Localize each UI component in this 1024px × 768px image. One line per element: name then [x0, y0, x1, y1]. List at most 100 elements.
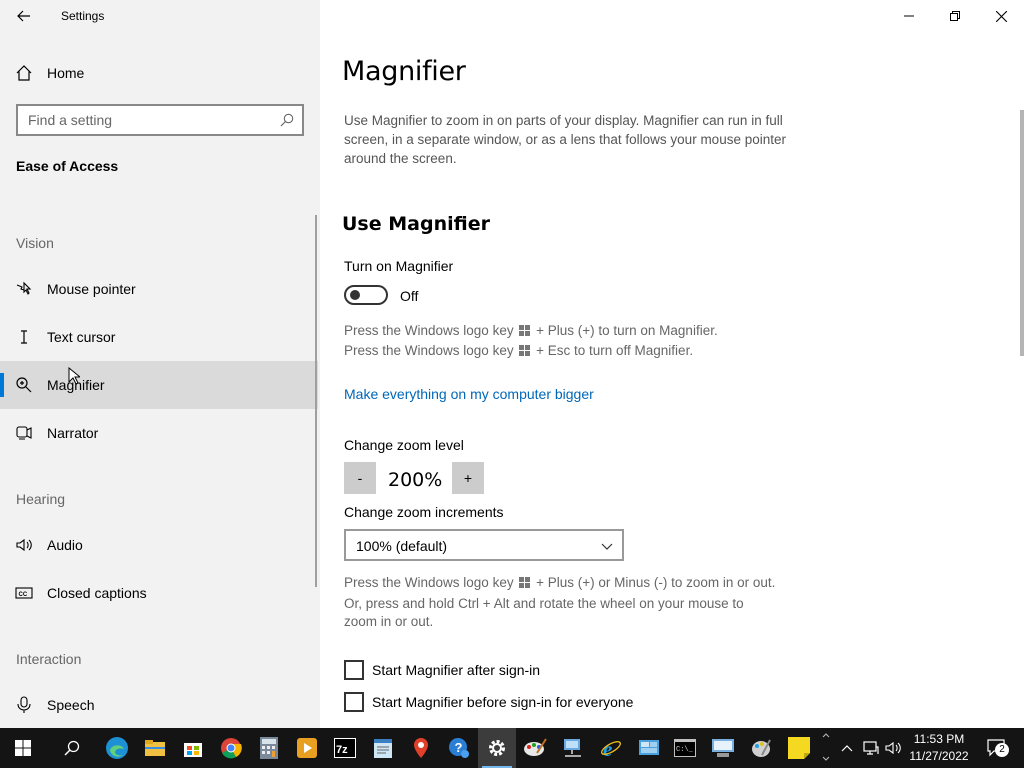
back-button[interactable] [8, 4, 40, 28]
settings-icon [489, 740, 505, 756]
group-header-hearing: Hearing [16, 491, 66, 507]
sidebar-item-mouse-pointer[interactable]: Mouse pointer [0, 265, 318, 313]
taskbar-sticky-notes[interactable] [780, 728, 818, 768]
file-explorer-icon [145, 740, 165, 756]
windows-logo-icon [519, 577, 531, 588]
calculator-icon [260, 737, 278, 759]
audio-icon [16, 538, 32, 552]
section-title: Ease of Access [16, 158, 119, 174]
main-scrollbar[interactable] [1020, 110, 1024, 356]
sidebar-item-speech[interactable]: Speech [0, 681, 318, 729]
taskbar-help[interactable]: ? [440, 728, 478, 768]
sticky-notes-icon [788, 737, 810, 759]
taskbar-network[interactable] [554, 728, 592, 768]
taskbar-overflow-scroll[interactable] [820, 728, 832, 768]
zoom-out-button[interactable]: - [344, 462, 376, 494]
hint-text: + Plus (+) to turn on Magnifier. [536, 323, 718, 338]
restore-button[interactable] [932, 0, 978, 32]
main-content: Magnifier Use Magnifier to zoom in on pa… [320, 0, 1024, 728]
taskbar-maps[interactable] [402, 728, 440, 768]
chevron-up-icon[interactable] [822, 732, 830, 738]
taskbar-control-panel[interactable] [630, 728, 668, 768]
action-center-button[interactable]: 2 [978, 728, 1018, 768]
toggle-knob [350, 290, 360, 300]
close-button[interactable] [978, 0, 1024, 32]
computer-icon [712, 739, 734, 757]
volume-icon [885, 741, 901, 755]
hint-text: + Esc to turn off Magnifier. [536, 343, 694, 358]
hint-turn-off: Press the Windows logo key + Esc to turn… [344, 341, 693, 361]
sidebar-item-home[interactable]: Home [0, 55, 320, 91]
taskbar-ie[interactable]: e [592, 728, 630, 768]
taskbar-file-explorer[interactable] [136, 728, 174, 768]
zoom-increments-dropdown[interactable]: 100% (default) [344, 529, 624, 561]
checkbox-label: Start Magnifier before sign-in for every… [372, 694, 634, 710]
notification-count-badge: 2 [995, 743, 1009, 757]
clock-date: 11/27/2022 [909, 749, 969, 763]
sidebar-item-label: Narrator [47, 425, 99, 441]
edge-icon [106, 737, 128, 759]
make-bigger-link[interactable]: Make everything on my computer bigger [344, 386, 594, 402]
sidebar-scrollbar[interactable] [315, 215, 317, 587]
sidebar-item-magnifier[interactable]: Magnifier [0, 361, 318, 409]
taskbar: 7z ? e C:\_ 11:53 PM 11/27/2022 2 [0, 728, 1024, 768]
paint3d-icon [752, 739, 771, 757]
restore-icon [950, 11, 960, 21]
taskbar-paint3d[interactable] [742, 728, 780, 768]
taskbar-7zip[interactable]: 7z [326, 728, 364, 768]
mouse-pointer-icon [16, 281, 32, 295]
sidebar-item-narrator[interactable]: Narrator [0, 409, 318, 457]
search-input[interactable] [18, 106, 268, 134]
zoom-level-label: Change zoom level [344, 437, 464, 453]
close-icon [995, 10, 1007, 22]
taskbar-settings[interactable] [478, 728, 516, 768]
taskbar-edge[interactable] [98, 728, 136, 768]
clock-time: 11:53 PM [913, 732, 965, 746]
taskbar-notepad[interactable] [364, 728, 402, 768]
start-button[interactable] [4, 728, 42, 768]
start-icon [15, 740, 31, 756]
checkbox-label: Start Magnifier after sign-in [372, 662, 541, 678]
taskbar-chrome[interactable] [212, 728, 250, 768]
taskbar-paint[interactable] [516, 728, 554, 768]
zoom-level-value: 200% [388, 469, 443, 491]
sidebar-item-closed-captions[interactable]: CC Closed captions [0, 569, 318, 617]
sidebar-item-text-cursor[interactable]: Text cursor [0, 313, 318, 361]
sidebar-item-label: Closed captions [47, 585, 147, 601]
search-icon[interactable] [280, 113, 294, 127]
minimize-icon [904, 15, 914, 17]
notepad-icon [374, 739, 392, 758]
hint-text: Press the Windows logo key [344, 323, 514, 338]
hint-text: Press the Windows logo key [344, 343, 514, 358]
minimize-button[interactable] [886, 0, 932, 32]
chevron-down-icon[interactable] [822, 756, 830, 762]
zoom-in-button[interactable]: + [452, 462, 484, 494]
zoom-hint-line2: Or, press and hold Ctrl + Alt and rotate… [344, 596, 744, 611]
network-tray-button[interactable] [860, 728, 882, 768]
selection-accent [0, 373, 4, 397]
control-panel-icon [639, 740, 659, 755]
start-after-signin-checkbox[interactable] [344, 660, 364, 680]
chevron-down-icon [601, 543, 613, 550]
sidebar-item-label: Mouse pointer [47, 281, 136, 297]
media-player-icon [297, 738, 317, 758]
taskbar-calculator[interactable] [250, 728, 288, 768]
page-description: Use Magnifier to zoom in on parts of you… [344, 113, 786, 166]
search-icon [64, 740, 80, 756]
magnifier-icon [16, 377, 32, 393]
sidebar-item-audio[interactable]: Audio [0, 521, 318, 569]
svg-text:C:\_: C:\_ [676, 746, 694, 754]
show-hidden-icons-button[interactable] [838, 728, 856, 768]
taskbar-media-player[interactable] [288, 728, 326, 768]
hint-turn-on: Press the Windows logo key + Plus (+) to… [344, 321, 718, 341]
taskbar-computer[interactable] [704, 728, 742, 768]
search-box[interactable] [16, 104, 304, 136]
closed-captions-icon: CC [15, 587, 33, 599]
taskbar-search-button[interactable] [53, 728, 91, 768]
taskbar-clock[interactable]: 11:53 PM 11/27/2022 [900, 728, 978, 768]
taskbar-cmd[interactable]: C:\_ [666, 728, 704, 768]
start-before-signin-checkbox[interactable] [344, 692, 364, 712]
magnifier-toggle[interactable] [344, 285, 388, 305]
taskbar-store[interactable] [174, 728, 212, 768]
text-cursor-icon [21, 330, 27, 344]
